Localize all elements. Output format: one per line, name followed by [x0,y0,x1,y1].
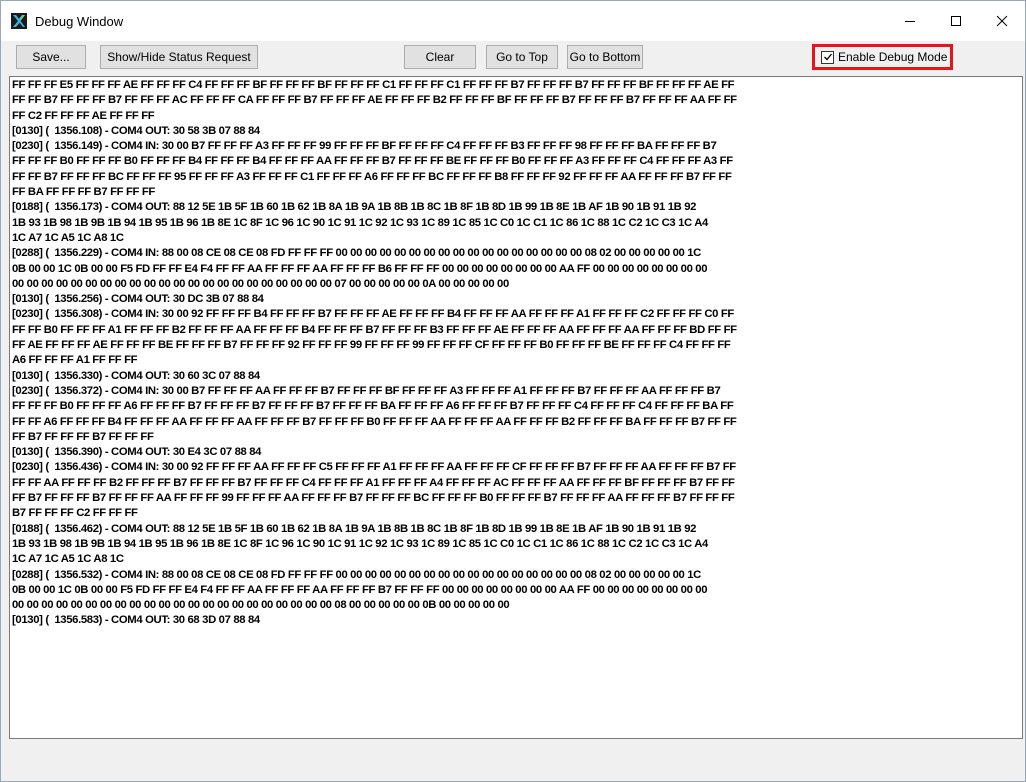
log-line: [0230] ( 1356.436) - COM4 IN: 30 00 92 F… [12,461,736,474]
log-line: [0130] ( 1356.108) - COM4 OUT: 30 58 3B … [12,124,260,137]
log-line: FF FF B7 FF FF FF BC FF FF FF 95 FF FF F… [12,170,732,183]
log-line: FF BA FF FF FF B7 FF FF FF [12,186,155,199]
go-to-bottom-button[interactable]: Go to Bottom [567,45,643,69]
log-line: FF FF B7 FF FF FF B7 FF FF FF AC FF FF F… [12,94,737,107]
log-line: [0230] ( 1356.372) - COM4 IN: 30 00 B7 F… [12,384,721,397]
debug-window: Debug Window Save... Show/Hide Status Re… [0,0,1026,782]
maximize-icon [951,16,961,26]
log-line: FF FF FF B0 FF FF FF B0 FF FF FF B4 FF F… [12,155,733,168]
toolbar: Save... Show/Hide Status Request Clear G… [1,41,1025,75]
log-line: 00 00 00 00 00 00 00 00 00 00 00 00 00 0… [12,277,509,290]
log-line: [0230] ( 1356.149) - COM4 IN: 30 00 B7 F… [12,140,717,153]
log-line: FF B7 FF FF FF B7 FF FF FF [12,430,154,443]
log-line: FF FF AA FF FF FF B2 FF FF FF B7 FF FF F… [12,476,735,489]
show-hide-status-request-button[interactable]: Show/Hide Status Request [100,45,258,69]
log-line: 1C A7 1C A5 1C A8 1C [12,553,124,566]
minimize-icon [905,21,915,22]
log-line: [0230] ( 1356.308) - COM4 IN: 30 00 92 F… [12,308,734,321]
log-line: 1C A7 1C A5 1C A8 1C [12,231,124,244]
close-button[interactable] [979,1,1025,41]
log-line: FF FF A6 FF FF FF B4 FF FF FF AA FF FF F… [12,415,737,428]
log-line: FF C2 FF FF FF AE FF FF FF [12,109,155,122]
log-line: [0288] ( 1356.532) - COM4 IN: 88 00 08 C… [12,568,701,581]
checkbox-box[interactable] [821,50,834,64]
log-line: [0188] ( 1356.462) - COM4 OUT: 88 12 5E … [12,522,697,535]
log-line: 1B 93 1B 98 1B 9B 1B 94 1B 95 1B 96 1B 8… [12,537,708,550]
log-line: A6 FF FF FF A1 FF FF FF [12,354,138,367]
log-line: [0130] ( 1356.390) - COM4 OUT: 30 E4 3C … [12,446,262,459]
log-line: 0B 00 00 1C 0B 00 00 F5 FD FF FF E4 F4 F… [12,262,708,275]
save-button[interactable]: Save... [16,45,86,69]
debug-log-textarea[interactable]: FF FF FF E5 FF FF FF AE FF FF FF C4 FF F… [9,76,1023,739]
log-line: FF B7 FF FF FF B7 FF FF FF AA FF FF FF 9… [12,492,735,505]
log-line: [0130] ( 1356.583) - COM4 OUT: 30 68 3D … [12,614,260,627]
minimize-button[interactable] [887,1,933,41]
window-title: Debug Window [35,13,124,29]
close-icon [996,15,1008,27]
maximize-button[interactable] [933,1,979,41]
log-line: FF FF FF B0 FF FF FF A6 FF FF FF B7 FF F… [12,400,734,413]
checkmark-icon [823,53,832,61]
log-line: [0130] ( 1356.330) - COM4 OUT: 30 60 3C … [12,369,260,382]
log-line: B7 FF FF FF C2 FF FF FF [12,507,138,520]
go-to-top-button[interactable]: Go to Top [486,45,558,69]
log-line: FF FF B0 FF FF FF A1 FF FF FF B2 FF FF F… [12,323,737,336]
enable-debug-mode-label: Enable Debug Mode [838,50,948,64]
log-line: [0188] ( 1356.173) - COM4 OUT: 88 12 5E … [12,201,697,214]
log-line: [0288] ( 1356.229) - COM4 IN: 88 00 08 C… [12,247,701,260]
debug-log-content: FF FF FF E5 FF FF FF AE FF FF FF C4 FF F… [10,77,1022,630]
log-line: FF FF FF E5 FF FF FF AE FF FF FF C4 FF F… [12,79,735,91]
log-line: [0130] ( 1356.256) - COM4 OUT: 30 DC 3B … [12,293,264,306]
clear-button[interactable]: Clear [404,45,476,69]
window-controls [887,1,1025,41]
log-line: 00 00 00 00 00 00 00 00 00 00 00 00 00 0… [12,599,510,612]
log-line: 1B 93 1B 98 1B 9B 1B 94 1B 95 1B 96 1B 8… [12,216,708,229]
enable-debug-mode-checkbox[interactable]: Enable Debug Mode [812,44,953,70]
log-line: FF AE FF FF FF AE FF FF FF BE FF FF FF B… [12,339,731,352]
app-logo-icon [11,13,27,29]
title-bar[interactable]: Debug Window [1,1,1025,41]
log-line: 0B 00 00 1C 0B 00 00 F5 FD FF FF E4 F4 F… [12,583,708,596]
